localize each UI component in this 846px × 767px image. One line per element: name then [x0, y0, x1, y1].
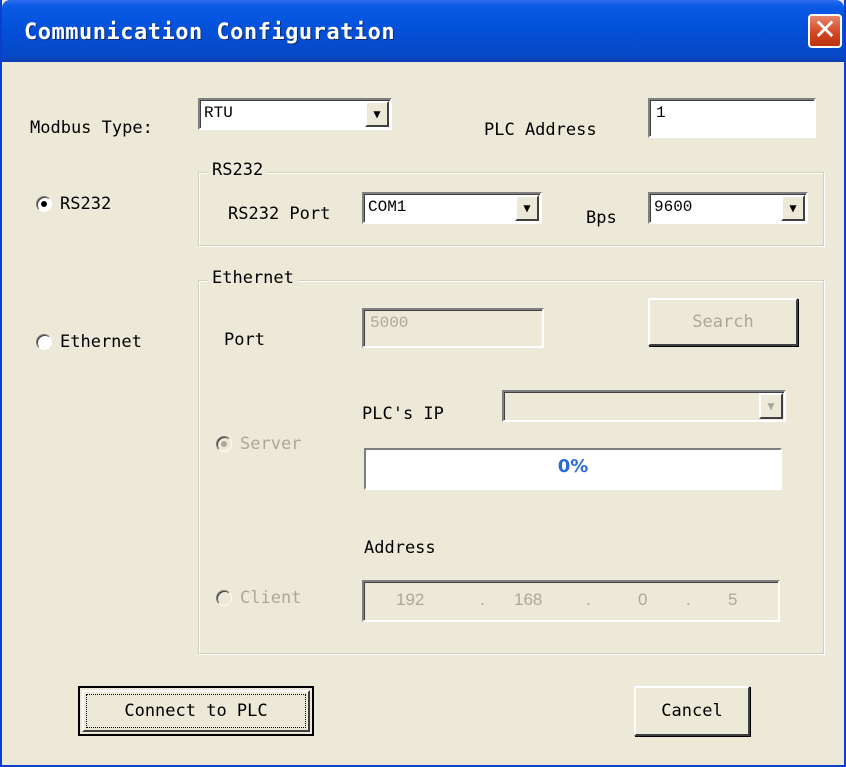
server-radio[interactable] — [216, 436, 232, 452]
rs232-radio[interactable] — [36, 196, 52, 212]
rs232-radio-label[interactable]: RS232 — [60, 194, 111, 214]
progress-percent: 0% — [557, 456, 589, 477]
modbus-type-label: Modbus Type: — [30, 118, 153, 138]
connect-button-label: Connect to PLC — [124, 701, 268, 721]
ethernet-port-input[interactable]: 5000 — [362, 308, 544, 348]
ethernet-port-label: Port — [224, 330, 265, 350]
bps-value: 9600 — [654, 198, 693, 216]
rs232-group-caption: RS232 — [208, 160, 268, 180]
window-title: Communication Configuration — [24, 20, 396, 45]
ip-dot-1: . — [480, 590, 485, 609]
modbus-type-value: RTU — [204, 104, 233, 122]
modbus-type-select[interactable]: RTU ▼ — [198, 98, 392, 130]
plc-address-input[interactable]: 1 — [648, 98, 816, 138]
dialog-window: Communication Configuration ✕ Modbus Typ… — [0, 0, 846, 767]
client-radio[interactable] — [216, 590, 232, 606]
close-button[interactable]: ✕ — [808, 14, 842, 48]
address-label: Address — [364, 538, 436, 558]
bps-label: Bps — [586, 208, 617, 228]
ip-address-input[interactable]: 192 . 168 . 0 . 5 — [362, 580, 780, 622]
close-icon: ✕ — [813, 13, 837, 46]
ip-octet-1[interactable]: 192 — [396, 590, 424, 610]
search-button[interactable]: Search — [648, 298, 798, 346]
chevron-down-icon[interactable]: ▼ — [759, 393, 783, 419]
ip-dot-3: . — [686, 590, 691, 609]
server-radio-label[interactable]: Server — [240, 434, 301, 454]
chevron-down-icon[interactable]: ▼ — [515, 195, 539, 221]
ip-octet-3[interactable]: 0 — [638, 590, 647, 610]
search-button-label: Search — [692, 312, 754, 332]
plc-address-label: PLC Address — [484, 120, 597, 140]
plc-ip-select[interactable]: ▼ — [502, 390, 786, 422]
ethernet-radio-label[interactable]: Ethernet — [60, 332, 142, 352]
ip-octet-4[interactable]: 5 — [728, 590, 737, 610]
ip-octet-2[interactable]: 168 — [514, 590, 542, 610]
search-progress-bar: 0% — [364, 448, 782, 490]
plc-ip-label: PLC's IP — [362, 404, 444, 424]
ethernet-group-caption: Ethernet — [208, 268, 298, 288]
chevron-down-icon[interactable]: ▼ — [781, 195, 805, 221]
chevron-down-icon[interactable]: ▼ — [365, 101, 389, 127]
connect-button[interactable]: Connect to PLC — [78, 686, 314, 736]
title-bar[interactable]: Communication Configuration ✕ — [2, 0, 844, 62]
ethernet-radio[interactable] — [36, 334, 52, 350]
rs232-port-value: COM1 — [368, 198, 407, 216]
bps-select[interactable]: 9600 ▼ — [648, 192, 808, 224]
rs232-port-select[interactable]: COM1 ▼ — [362, 192, 542, 224]
cancel-button-label: Cancel — [661, 701, 723, 721]
rs232-port-label: RS232 Port — [228, 204, 331, 224]
ip-dot-2: . — [586, 590, 591, 609]
client-radio-label[interactable]: Client — [240, 588, 301, 608]
cancel-button[interactable]: Cancel — [634, 686, 750, 736]
